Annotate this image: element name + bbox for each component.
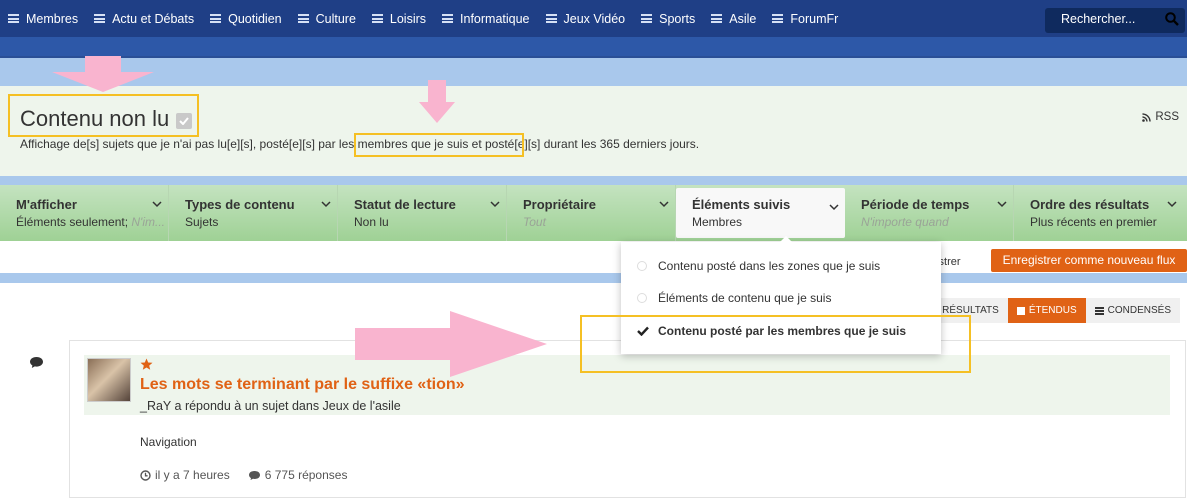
highlight-box-title	[8, 94, 199, 137]
chevron-down-icon	[997, 201, 1007, 208]
highlight-box-dropdown	[580, 315, 971, 373]
chevron-down-icon	[829, 204, 839, 211]
topic-title-link[interactable]: Les mots se terminant par le suffixe «ti…	[140, 376, 465, 394]
dropdown-item-elements[interactable]: Éléments de contenu que je suis	[621, 282, 941, 314]
arrow-down-icon	[419, 80, 455, 123]
save-new-feed-button[interactable]: Enregistrer comme nouveau flux	[991, 249, 1187, 272]
chevron-down-icon	[659, 201, 669, 208]
filter-periode-temps[interactable]: Période de temps N'importe quand	[845, 185, 1014, 241]
star-icon	[140, 358, 153, 370]
nav-item-forumfr[interactable]: ForumFr	[764, 0, 846, 37]
filter-bar: M'afficher Éléments seulement; N'im... T…	[0, 185, 1187, 241]
menu-icon	[94, 14, 106, 23]
sub-nav	[0, 37, 1187, 58]
clock-icon	[140, 469, 151, 481]
arrow-down-icon	[52, 56, 154, 92]
chevron-down-icon	[321, 201, 331, 208]
filter-proprietaire[interactable]: Propriétaire Tout	[507, 185, 676, 241]
search-icon[interactable]	[1165, 12, 1179, 26]
topic-navigation: Navigation	[140, 435, 197, 449]
radio-icon	[637, 261, 647, 271]
topic-time: il y a 7 heures	[155, 468, 230, 482]
radio-icon	[637, 293, 647, 303]
menu-icon	[711, 14, 723, 23]
filter-types-contenu[interactable]: Types de contenu Sujets	[169, 185, 338, 241]
comment-icon	[248, 470, 260, 480]
highlight-box-description	[354, 133, 524, 157]
square-icon	[1016, 306, 1025, 315]
action-row: gistrer Enregistrer comme nouveau flux	[0, 241, 1187, 273]
filter-mafficher[interactable]: M'afficher Éléments seulement; N'im...	[0, 185, 169, 241]
nav-item-loisirs[interactable]: Loisirs	[364, 0, 434, 37]
chevron-down-icon	[152, 201, 162, 208]
nav-item-informatique[interactable]: Informatique	[434, 0, 537, 37]
menu-icon	[772, 14, 784, 23]
menu-icon	[442, 14, 454, 23]
nav-item-asile[interactable]: Asile	[703, 0, 764, 37]
menu-icon	[297, 14, 309, 23]
top-nav: Membres Actu et Débats Quotidien Culture…	[0, 0, 1187, 37]
comment-icon	[30, 357, 43, 368]
nav-item-sports[interactable]: Sports	[633, 0, 703, 37]
chevron-down-icon	[490, 201, 500, 208]
filter-statut-lecture[interactable]: Statut de lecture Non lu	[338, 185, 507, 241]
menu-icon	[8, 14, 19, 23]
menu-icon	[641, 14, 653, 23]
dropdown-caret	[779, 236, 793, 243]
view-expanded-button[interactable]: ÉTENDUS	[1007, 298, 1086, 323]
view-condensed-button[interactable]: CONDENSÉS	[1085, 298, 1180, 323]
nav-item-membres[interactable]: Membres	[0, 0, 86, 37]
topic-meta: _RaY a répondu à un sujet dans Jeux de l…	[140, 399, 401, 413]
nav-item-culture[interactable]: Culture	[290, 0, 364, 37]
topic-stats: il y a 7 heures 6 775 réponses	[140, 468, 347, 482]
search-input[interactable]: Rechercher...	[1045, 8, 1185, 33]
filter-elements-suivis[interactable]: Éléments suivis Membres	[676, 188, 845, 238]
arrow-right-icon	[355, 311, 547, 377]
menu-icon	[371, 14, 383, 23]
rss-icon	[1142, 112, 1152, 122]
nav-item-jeux-video[interactable]: Jeux Vidéo	[538, 0, 634, 37]
list-icon	[1094, 306, 1104, 315]
chevron-down-icon	[1167, 201, 1177, 208]
rss-link[interactable]: RSS	[1142, 111, 1179, 123]
filter-ordre-resultats[interactable]: Ordre des résultats Plus récents en prem…	[1014, 185, 1183, 241]
avatar[interactable]	[87, 358, 131, 402]
menu-icon	[545, 14, 557, 23]
dropdown-item-zones[interactable]: Contenu posté dans les zones que je suis	[621, 250, 941, 282]
topic-replies: 6 775 réponses	[264, 468, 348, 482]
menu-icon	[210, 14, 222, 23]
nav-item-quotidien[interactable]: Quotidien	[202, 0, 290, 37]
nav-item-actu[interactable]: Actu et Débats	[86, 0, 202, 37]
